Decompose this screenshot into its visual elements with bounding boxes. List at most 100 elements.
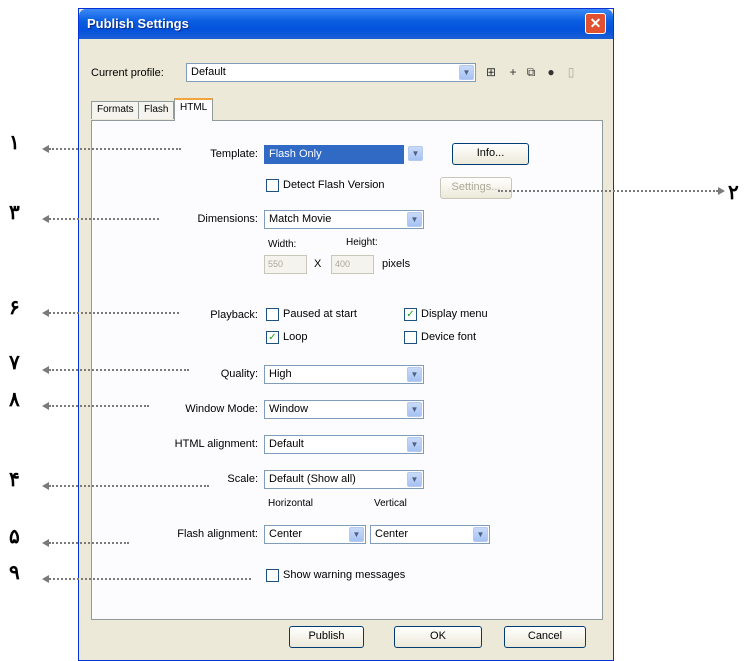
dimension-times: X (314, 258, 322, 270)
leader-line (49, 218, 159, 220)
arrow-right-icon (718, 187, 725, 195)
scale-select[interactable]: Default (Show all) ▼ (264, 470, 424, 489)
close-icon: ✕ (589, 15, 602, 31)
loop-label: Loop (283, 331, 308, 343)
chevron-down-icon: ▼ (407, 437, 422, 452)
dimensions-select[interactable]: Match Movie ▼ (264, 210, 424, 229)
title-bar: Publish Settings ✕ (79, 9, 613, 39)
template-select[interactable]: Flash Only (264, 145, 404, 164)
template-value: Flash Only (269, 148, 322, 160)
template-dropdown-button[interactable]: ▼ (406, 145, 424, 164)
annotation-number-4: ۴ (9, 467, 20, 491)
width-field[interactable]: 550 (264, 255, 307, 274)
html-alignment-value: Default (269, 438, 304, 450)
window-title: Publish Settings (87, 16, 189, 31)
device-font-checkbox[interactable] (404, 331, 417, 344)
chevron-down-icon: ▼ (408, 146, 423, 161)
show-warnings-checkbox[interactable] (266, 569, 279, 582)
window-mode-select[interactable]: Window ▼ (264, 400, 424, 419)
show-warnings-label: Show warning messages (283, 569, 406, 581)
annotation-number-9: ۹ (9, 560, 20, 584)
profile-label: Current profile: (91, 67, 164, 79)
profile-value: Default (191, 66, 226, 78)
window-mode-label: Window Mode: (185, 403, 258, 415)
arrow-left-icon (42, 309, 49, 317)
duplicate-profile-icon[interactable]: ⧉ (523, 64, 539, 80)
device-font-label: Device font (421, 331, 477, 343)
profile-select[interactable]: Default ▼ (186, 63, 476, 82)
annotation-number-2: ۲ (728, 180, 739, 204)
leader-line (49, 542, 129, 544)
info-button[interactable]: Info... (452, 143, 529, 165)
leader-line (49, 369, 189, 371)
chevron-down-icon: ▼ (407, 402, 422, 417)
ok-button[interactable]: OK (394, 626, 482, 648)
paused-at-start-label: Paused at start (283, 308, 357, 320)
horizontal-label: Horizontal (268, 498, 314, 509)
flash-alignment-label: Flash alignment: (177, 528, 258, 540)
quality-select[interactable]: High ▼ (264, 365, 424, 384)
arrow-left-icon (42, 482, 49, 490)
chevron-down-icon: ▼ (473, 527, 488, 542)
tab-formats[interactable]: Formats (91, 101, 140, 119)
arrow-left-icon (42, 402, 49, 410)
vertical-alignment-select[interactable]: Center ▼ (370, 525, 490, 544)
info-icon[interactable]: ● (543, 64, 559, 80)
leader-line (49, 405, 149, 407)
chevron-down-icon[interactable]: ▼ (459, 65, 474, 80)
leader-line (49, 485, 209, 487)
height-field[interactable]: 400 (331, 255, 374, 274)
annotation-number-1: ۱ (9, 130, 20, 154)
publish-button[interactable]: Publish (289, 626, 364, 648)
chevron-down-icon: ▼ (407, 472, 422, 487)
annotation-number-5: ۵ (9, 524, 20, 548)
publish-settings-dialog: Publish Settings ✕ Current profile: Defa… (78, 8, 614, 661)
paused-at-start-checkbox[interactable] (266, 308, 279, 321)
scale-value: Default (Show all) (269, 473, 356, 485)
delete-profile-icon[interactable]: ▯ (563, 64, 579, 80)
leader-line (49, 312, 179, 314)
height-label: Height: (346, 237, 378, 248)
pixels-unit: pixels (382, 258, 411, 270)
html-alignment-label: HTML alignment: (174, 438, 258, 450)
arrow-left-icon (42, 575, 49, 583)
dimensions-value: Match Movie (269, 213, 332, 225)
version-settings-button[interactable]: Settings... (440, 177, 512, 199)
display-menu-checkbox[interactable]: ✓ (404, 308, 417, 321)
template-label: Template: (210, 148, 258, 160)
add-profile-icon[interactable]: + (505, 64, 521, 80)
detect-version-checkbox[interactable] (266, 179, 279, 192)
chevron-down-icon: ▼ (349, 527, 364, 542)
html-alignment-select[interactable]: Default ▼ (264, 435, 424, 454)
detect-version-label: Detect Flash Version (283, 179, 385, 191)
annotation-number-3: ۳ (9, 200, 20, 224)
leader-line (49, 148, 181, 150)
display-menu-label: Display menu (421, 308, 488, 320)
vertical-label: Vertical (374, 498, 407, 509)
annotation-number-8: ۸ (9, 387, 20, 411)
cancel-button[interactable]: Cancel (504, 626, 586, 648)
chevron-down-icon: ▼ (407, 212, 422, 227)
tab-html[interactable]: HTML (174, 98, 214, 121)
profile-menu-icon[interactable]: ⊞ (483, 64, 499, 80)
vertical-alignment-value: Center (375, 528, 409, 540)
scale-label: Scale: (227, 473, 258, 485)
playback-label: Playback: (210, 309, 258, 321)
horizontal-alignment-value: Center (269, 528, 303, 540)
loop-checkbox[interactable]: ✓ (266, 331, 279, 344)
horizontal-alignment-select[interactable]: Center ▼ (264, 525, 366, 544)
dimensions-label: Dimensions: (197, 213, 258, 225)
leader-line (49, 578, 251, 580)
close-button[interactable]: ✕ (585, 13, 606, 34)
arrow-left-icon (42, 145, 49, 153)
arrow-left-icon (42, 539, 49, 547)
arrow-left-icon (42, 215, 49, 223)
quality-label: Quality: (220, 368, 258, 380)
window-mode-value: Window (269, 403, 309, 415)
leader-line (498, 190, 718, 192)
chevron-down-icon: ▼ (407, 367, 422, 382)
width-label: Width: (268, 239, 297, 250)
quality-value: High (269, 368, 292, 380)
annotation-number-6: ۶ (9, 295, 20, 319)
tab-flash[interactable]: Flash (138, 101, 175, 119)
